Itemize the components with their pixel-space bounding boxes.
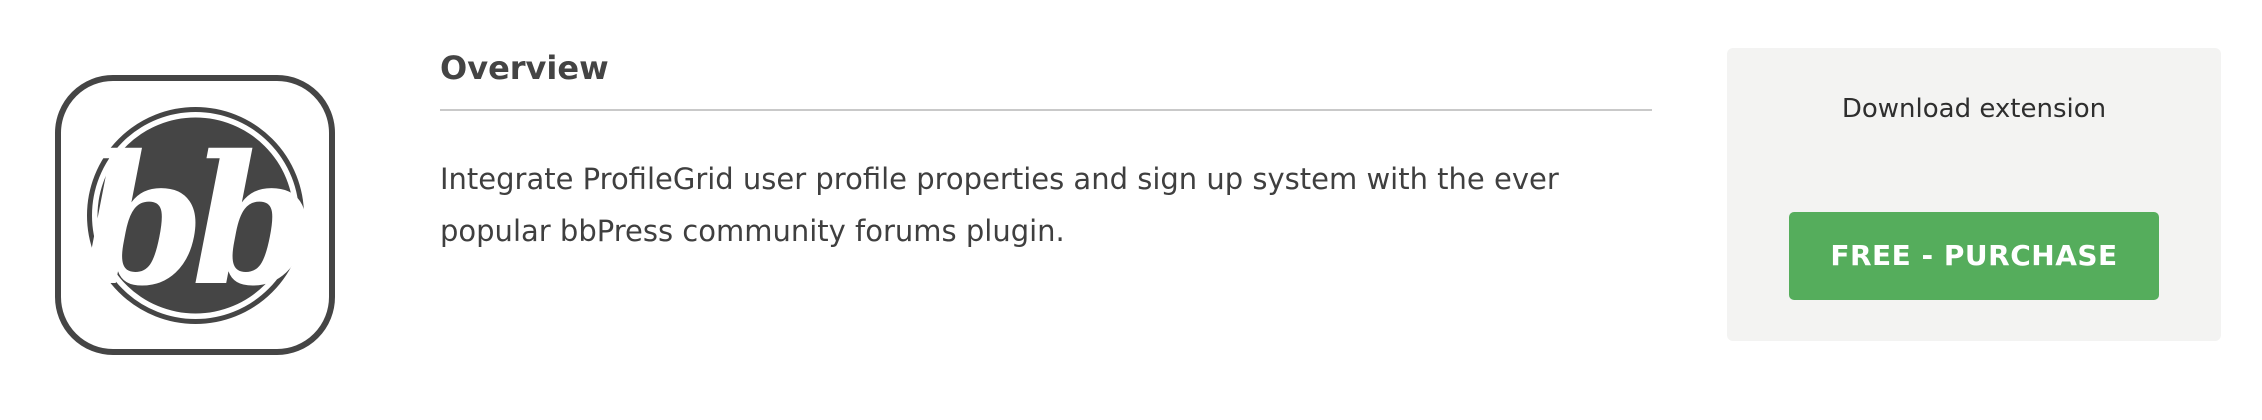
bbpress-logo-icon: bb [87,107,304,324]
overview-divider [440,109,1652,111]
overview-section: Overview Integrate ProfileGrid user prof… [440,44,1652,257]
extension-logo: bb [55,75,335,355]
logo-lettering: bb [87,116,304,324]
download-label: Download extension [1841,94,2107,124]
free-purchase-button[interactable]: FREE - PURCHASE [1789,212,2159,300]
overview-title: Overview [440,49,609,87]
download-panel: Download extension FREE - PURCHASE [1727,48,2221,341]
overview-description: Integrate ProfileGrid user profile prope… [440,162,1559,248]
